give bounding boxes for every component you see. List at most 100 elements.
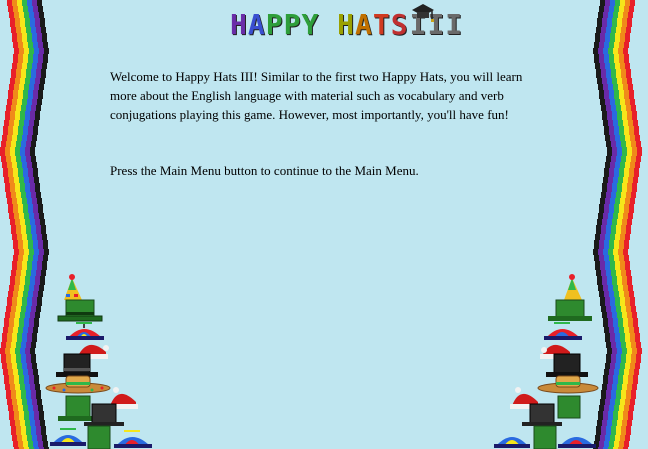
rainbow-band [16, 141, 21, 144]
rainbow-band [26, 144, 31, 147]
rainbow-band [632, 387, 637, 390]
rainbow-band [608, 48, 613, 51]
rainbow-band [636, 156, 641, 159]
rainbow-band [624, 129, 629, 132]
rainbow-band [18, 126, 23, 129]
rainbow-band [630, 165, 635, 168]
rainbow-band [613, 414, 618, 417]
rainbow-band [595, 63, 600, 66]
rainbow-band [608, 417, 613, 420]
rainbow-band [21, 231, 26, 234]
rainbow-band [23, 330, 28, 333]
rainbow-band [17, 303, 22, 306]
rainbow-band [616, 231, 621, 234]
rainbow-band [608, 12, 613, 15]
rainbow-band [33, 171, 38, 174]
rainbow-band [33, 60, 38, 63]
rainbow-band [25, 81, 30, 84]
rainbow-band [24, 48, 29, 51]
rainbow-band [31, 342, 36, 345]
rainbow-band [628, 285, 633, 288]
rainbow-band [606, 426, 611, 429]
rainbow-band [32, 339, 37, 342]
rainbow-band [28, 441, 33, 444]
rainbow-band [632, 147, 637, 150]
rainbow-band [611, 159, 616, 162]
rainbow-band [610, 36, 615, 39]
rainbow-band [17, 198, 22, 201]
rainbow-band [35, 18, 40, 21]
rainbow-band [27, 300, 32, 303]
rainbow-band [628, 411, 633, 414]
rainbow-band [18, 204, 23, 207]
rainbow-band [40, 18, 45, 21]
title-letter: S [390, 8, 409, 41]
rainbow-band [31, 426, 36, 429]
rainbow-band [16, 231, 21, 234]
rainbow-band [28, 129, 33, 132]
rainbow-band [623, 252, 628, 255]
rainbow-band [31, 429, 36, 432]
rainbow-band [24, 12, 29, 15]
rainbow-band [9, 177, 14, 180]
rainbow-band [628, 213, 633, 216]
rainbow-band [19, 378, 24, 381]
rainbow-band [11, 30, 16, 33]
rainbow-band [601, 195, 606, 198]
rainbow-band [617, 276, 622, 279]
rainbow-band [607, 111, 612, 114]
rainbow-band [25, 21, 30, 24]
rainbow-band [625, 333, 630, 336]
rainbow-band [594, 240, 599, 243]
rainbow-band [625, 165, 630, 168]
rainbow-band [619, 132, 624, 135]
rainbow-band [12, 366, 17, 369]
game-title: HAPPY HATS III [230, 4, 463, 40]
rainbow-band [40, 21, 45, 24]
rainbow-band [13, 90, 18, 93]
rainbow-band [633, 321, 638, 324]
rainbow-band [627, 147, 632, 150]
rainbow-band [617, 312, 622, 315]
rainbow-band [38, 441, 43, 444]
rainbow-band [37, 33, 42, 36]
rainbow-band [13, 408, 18, 411]
rainbow-band [11, 75, 16, 78]
rainbow-band [608, 15, 613, 18]
rainbow-band [6, 393, 11, 396]
rainbow-band [24, 180, 29, 183]
rainbow-band [29, 375, 34, 378]
rainbow-band [614, 210, 619, 213]
rainbow-band [29, 12, 34, 15]
rainbow-band [612, 24, 617, 27]
rainbow-band [21, 30, 26, 33]
rainbow-band [615, 36, 620, 39]
rainbow-band [609, 444, 614, 447]
rainbow-band [28, 126, 33, 129]
rainbow-band [611, 156, 616, 159]
rainbow-band [594, 45, 599, 48]
rainbow-band [604, 129, 609, 132]
rainbow-band [15, 150, 20, 153]
rainbow-band [610, 363, 615, 366]
rainbow-band [629, 132, 634, 135]
rainbow-band [11, 429, 16, 432]
rainbow-band [29, 84, 34, 87]
rainbow-band [23, 132, 28, 135]
propeller-cap-icon [558, 437, 596, 448]
rainbow-band [31, 228, 36, 231]
rainbow-band [614, 240, 619, 243]
rainbow-band [604, 246, 609, 249]
rainbow-band [610, 366, 615, 369]
rainbow-band [28, 372, 33, 375]
rainbow-band [23, 90, 28, 93]
rainbow-band [36, 390, 41, 393]
rainbow-band [616, 396, 621, 399]
rainbow-band [632, 117, 637, 120]
rainbow-band [618, 216, 623, 219]
rainbow-band [23, 369, 28, 372]
rainbow-band [619, 291, 624, 294]
rainbow-band [605, 297, 610, 300]
rainbow-band [613, 378, 618, 381]
rainbow-band [30, 183, 35, 186]
